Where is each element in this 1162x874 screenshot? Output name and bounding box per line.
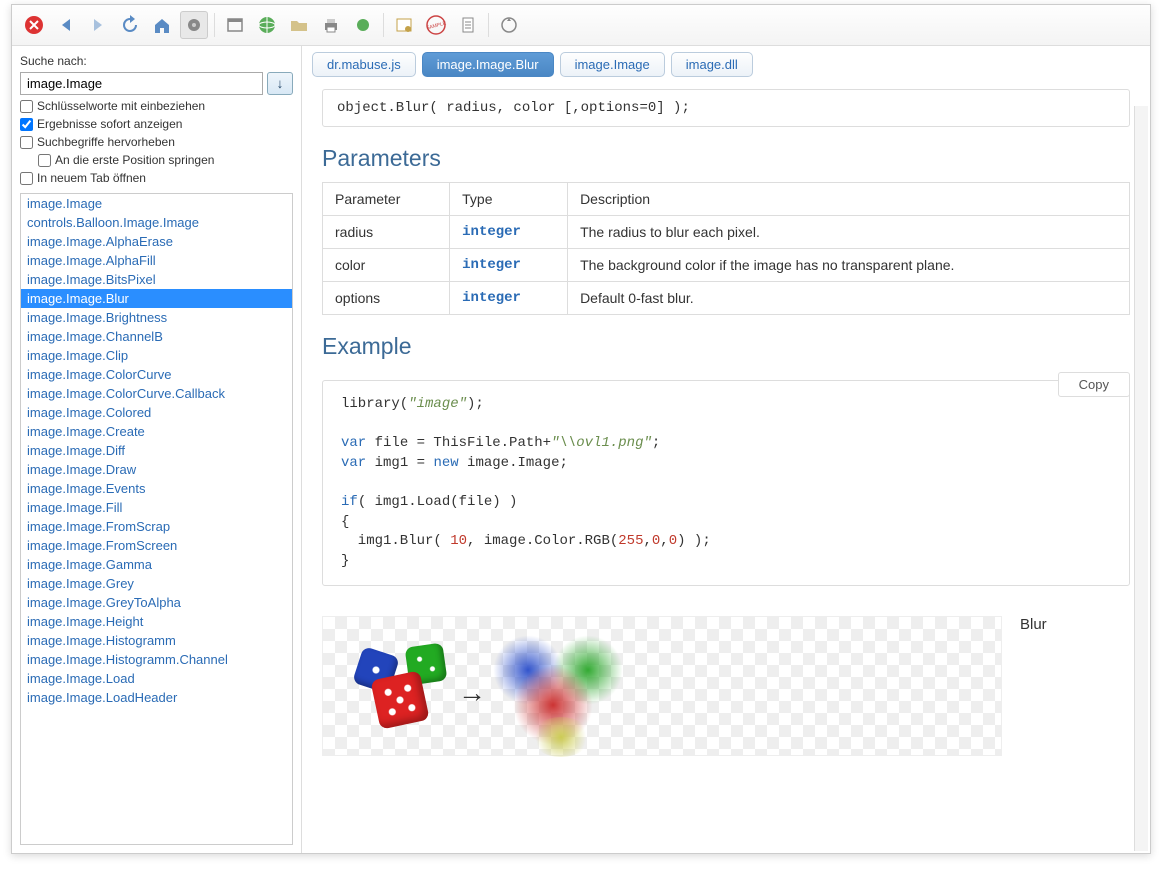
result-item[interactable]: image.Image.Grey: [21, 574, 292, 593]
main-toolbar: SAMPLE: [12, 5, 1150, 46]
result-item[interactable]: image.Image.Height: [21, 612, 292, 631]
table-row: optionsintegerDefault 0-fast blur.: [323, 282, 1130, 315]
tab[interactable]: image.Image: [560, 52, 665, 77]
parameters-table: ParameterTypeDescription radiusintegerTh…: [322, 182, 1130, 315]
image-caption: Blur: [1020, 616, 1047, 633]
table-header: Description: [568, 183, 1130, 216]
result-item[interactable]: image.Image.GreyToAlpha: [21, 593, 292, 612]
scrollbar[interactable]: [1134, 106, 1148, 851]
result-item[interactable]: image.Image.AlphaFill: [21, 251, 292, 270]
cb-keywords-label: Schlüsselworte mit einbeziehen: [37, 99, 205, 113]
copy-button[interactable]: Copy: [1058, 372, 1130, 397]
table-header: Parameter: [323, 183, 450, 216]
result-list[interactable]: image.Imagecontrols.Balloon.Image.Imagei…: [20, 193, 293, 845]
forward-icon[interactable]: [84, 11, 112, 39]
cb-highlight[interactable]: [20, 136, 33, 149]
result-item[interactable]: image.Image.Brightness: [21, 308, 292, 327]
tab-bar: dr.mabuse.jsimage.Image.Blurimage.Imagei…: [302, 46, 1150, 83]
example-image: →: [322, 616, 1002, 756]
home-icon[interactable]: [148, 11, 176, 39]
tab[interactable]: image.dll: [671, 52, 753, 77]
refresh-icon[interactable]: [116, 11, 144, 39]
cb-keywords[interactable]: [20, 100, 33, 113]
result-item[interactable]: image.Image.Create: [21, 422, 292, 441]
result-item[interactable]: image.Image: [21, 194, 292, 213]
result-item[interactable]: image.Image.Histogramm.Channel: [21, 650, 292, 669]
tab[interactable]: image.Image.Blur: [422, 52, 554, 77]
result-item[interactable]: image.Image.Load: [21, 669, 292, 688]
result-item[interactable]: image.Image.FromScreen: [21, 536, 292, 555]
close-icon[interactable]: [20, 11, 48, 39]
result-item[interactable]: image.Image.Diff: [21, 441, 292, 460]
example-code: library("image"); var file = ThisFile.Pa…: [322, 380, 1130, 586]
globe-icon[interactable]: [253, 11, 281, 39]
folder-icon[interactable]: [285, 11, 313, 39]
document-icon[interactable]: [454, 11, 482, 39]
certificate-icon[interactable]: [390, 11, 418, 39]
result-item[interactable]: controls.Balloon.Image.Image: [21, 213, 292, 232]
result-item[interactable]: image.Image.FromScrap: [21, 517, 292, 536]
globe-small-icon[interactable]: [349, 11, 377, 39]
doc-view[interactable]: object.Blur( radius, color [,options=0] …: [302, 83, 1150, 853]
reload-icon[interactable]: [495, 11, 523, 39]
cb-newtab-label: In neuem Tab öffnen: [37, 171, 146, 185]
result-item[interactable]: image.Image.Draw: [21, 460, 292, 479]
sample-stamp-icon[interactable]: SAMPLE: [422, 11, 450, 39]
result-item[interactable]: image.Image.Gamma: [21, 555, 292, 574]
signature-box: object.Blur( radius, color [,options=0] …: [322, 89, 1130, 127]
result-item[interactable]: image.Image.ChannelB: [21, 327, 292, 346]
example-heading: Example: [322, 333, 1130, 360]
back-icon[interactable]: [52, 11, 80, 39]
result-item[interactable]: image.Image.Histogramm: [21, 631, 292, 650]
result-item[interactable]: image.Image.Colored: [21, 403, 292, 422]
result-item[interactable]: image.Image.Clip: [21, 346, 292, 365]
new-window-icon[interactable]: [221, 11, 249, 39]
print-icon[interactable]: [317, 11, 345, 39]
result-item[interactable]: image.Image.ColorCurve.Callback: [21, 384, 292, 403]
table-row: colorintegerThe background color if the …: [323, 249, 1130, 282]
tab[interactable]: dr.mabuse.js: [312, 52, 416, 77]
parameters-heading: Parameters: [322, 145, 1130, 172]
cb-newtab[interactable]: [20, 172, 33, 185]
result-item[interactable]: image.Image.Blur: [21, 289, 292, 308]
search-label: Suche nach:: [20, 54, 293, 68]
cb-instant-label: Ergebnisse sofort anzeigen: [37, 117, 182, 131]
search-input[interactable]: [20, 72, 263, 95]
table-header: Type: [450, 183, 568, 216]
cb-instant[interactable]: [20, 118, 33, 131]
result-item[interactable]: image.Image.AlphaErase: [21, 232, 292, 251]
result-item[interactable]: image.Image.LoadHeader: [21, 688, 292, 707]
search-sidebar: Suche nach: ↓ Schlüsselworte mit einbezi…: [12, 46, 302, 853]
cb-firstpos[interactable]: [38, 154, 51, 167]
table-row: radiusintegerThe radius to blur each pix…: [323, 216, 1130, 249]
tools-icon[interactable]: [180, 11, 208, 39]
main-pane: dr.mabuse.jsimage.Image.Blurimage.Imagei…: [302, 46, 1150, 853]
result-item[interactable]: image.Image.BitsPixel: [21, 270, 292, 289]
result-item[interactable]: image.Image.Fill: [21, 498, 292, 517]
search-go-button[interactable]: ↓: [267, 72, 293, 95]
cb-highlight-label: Suchbegriffe hervorheben: [37, 135, 175, 149]
cb-firstpos-label: An die erste Position springen: [55, 153, 214, 167]
result-item[interactable]: image.Image.Events: [21, 479, 292, 498]
arrow-icon: →: [458, 677, 486, 709]
result-item[interactable]: image.Image.ColorCurve: [21, 365, 292, 384]
